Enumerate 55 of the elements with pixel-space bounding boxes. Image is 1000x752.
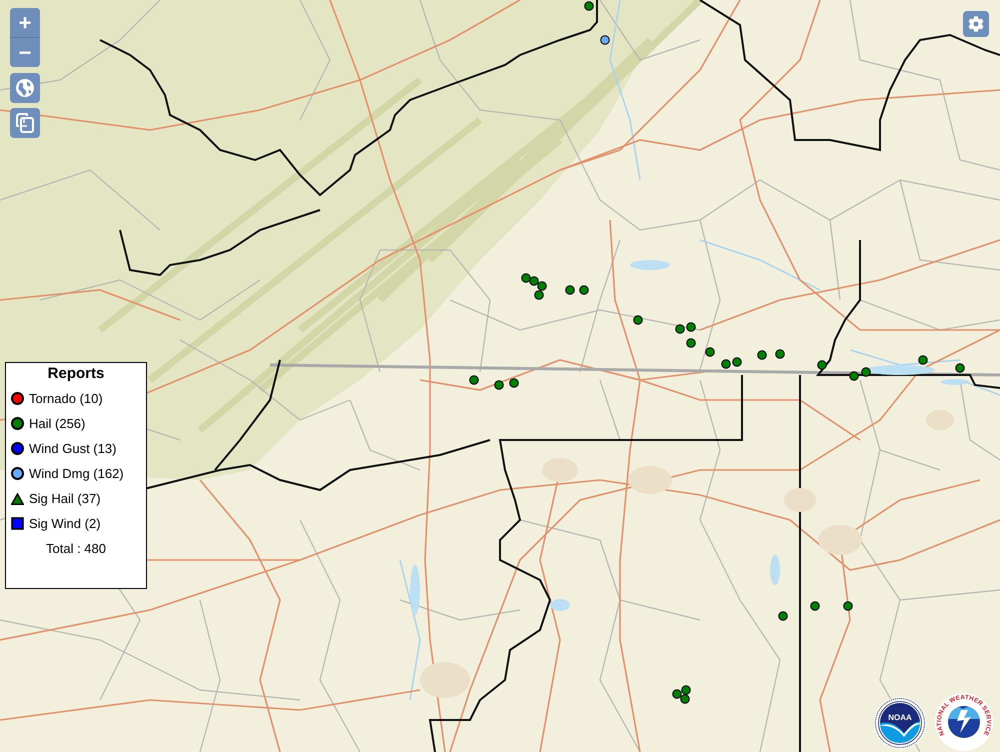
dot-marker-icon[interactable] — [955, 363, 965, 373]
dot-marker-icon[interactable] — [565, 285, 575, 295]
lake — [630, 260, 670, 270]
dot-marker-icon[interactable] — [732, 357, 742, 367]
dot-marker-icon[interactable] — [849, 371, 859, 381]
dot-marker-icon[interactable] — [675, 324, 685, 334]
legend-title: Reports — [46, 364, 106, 384]
settings-icon — [968, 16, 984, 32]
logo-text: NOAA — [888, 713, 912, 722]
lake — [941, 379, 969, 385]
dot-marker-icon[interactable] — [529, 276, 539, 286]
dot-marker-icon[interactable] — [810, 601, 820, 611]
urban-area — [628, 466, 672, 494]
dot-marker-icon[interactable] — [521, 273, 531, 283]
urban-area — [818, 525, 862, 555]
dot-marker-icon[interactable] — [778, 611, 788, 621]
dot-marker-icon[interactable] — [633, 315, 643, 325]
globe-button[interactable] — [10, 73, 40, 103]
settings-button[interactable] — [963, 11, 989, 37]
legend-label: Wind Gust (13) — [29, 440, 116, 458]
dot-marker-icon[interactable] — [705, 347, 715, 357]
stacked-pages-icon — [15, 113, 35, 133]
dot-marker-icon[interactable] — [600, 35, 610, 45]
dot-marker-icon[interactable] — [509, 378, 519, 388]
dot-marker-icon[interactable] — [918, 355, 928, 365]
dot-marker-icon[interactable] — [537, 281, 547, 291]
legend-total: Total : 480 — [46, 540, 106, 558]
legend-label: Hail (256) — [29, 414, 86, 433]
dot-marker-icon[interactable] — [681, 685, 691, 695]
dot-marker-icon[interactable] — [721, 359, 731, 369]
lake — [770, 555, 780, 585]
lake — [410, 565, 420, 615]
urban-area — [784, 488, 816, 512]
dot-marker-icon[interactable] — [579, 285, 589, 295]
dot-marker-icon[interactable] — [861, 367, 871, 377]
dot-marker-icon[interactable] — [584, 1, 594, 11]
dot-marker-icon[interactable] — [469, 375, 479, 385]
dot-marker-icon[interactable] — [775, 349, 785, 359]
dot-marker-icon[interactable] — [534, 290, 544, 300]
lake — [550, 599, 570, 611]
dot-marker-icon[interactable] — [817, 360, 827, 370]
dot-marker-icon[interactable] — [757, 350, 767, 360]
dot-marker-icon[interactable] — [672, 689, 682, 699]
globe-icon — [16, 79, 34, 97]
legend-label: Sig Wind (2) — [29, 514, 101, 533]
dot-marker-icon[interactable] — [843, 601, 853, 611]
legend-label: Wind Dmg (162) — [29, 464, 124, 483]
legend-label: Tornado (10) — [29, 390, 103, 408]
dot-marker-icon[interactable] — [686, 322, 696, 332]
urban-area — [542, 458, 578, 482]
urban-area — [420, 662, 470, 698]
dot-marker-icon[interactable] — [494, 380, 504, 390]
dot-marker-icon[interactable] — [686, 338, 696, 348]
layers-button[interactable] — [10, 108, 40, 138]
legend-label: Sig Hail (37) — [29, 490, 101, 508]
